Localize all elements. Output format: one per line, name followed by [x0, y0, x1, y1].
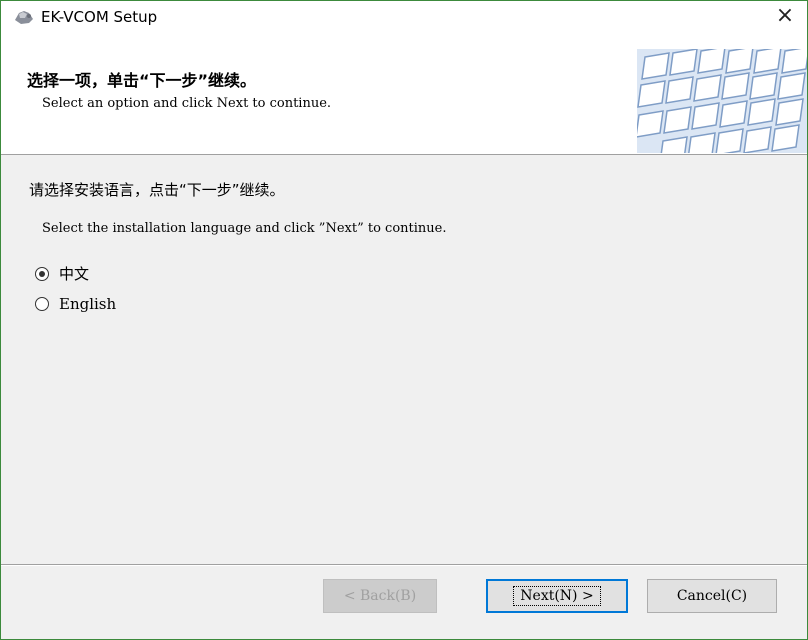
cancel-button[interactable]: Cancel(C) [647, 579, 777, 613]
back-button[interactable]: < Back(B) [323, 579, 437, 613]
title-bar: EK-VCOM Setup × [1, 1, 807, 32]
radio-button[interactable] [35, 297, 49, 311]
footer-divider [1, 564, 807, 566]
keyboard-image [637, 49, 807, 153]
wizard-header: 选择一项，单击“下一步”继续。 Select an option and cli… [1, 32, 807, 155]
header-title: 选择一项，单击“下一步”继续。 [27, 71, 257, 90]
window-title: EK-VCOM Setup [41, 8, 158, 26]
setup-window: EK-VCOM Setup × 选择一项，单击“下一步”继续。 Select a… [0, 0, 808, 640]
radio-label: English [59, 295, 117, 313]
radio-label: 中文 [59, 265, 90, 283]
radio-button-selected[interactable] [35, 266, 49, 281]
next-button[interactable]: Next(N) > [486, 579, 628, 613]
language-option-english[interactable]: English [35, 295, 116, 313]
setup-icon [15, 11, 33, 24]
close-button[interactable]: × [763, 1, 807, 32]
language-option-chinese[interactable]: 中文 [35, 263, 89, 284]
instruction-cn: 请选择安装语言，点击“下一步”继续。 [29, 181, 285, 199]
header-subtitle: Select an option and click Next to conti… [42, 96, 332, 111]
instruction-en: Select the installation language and cli… [42, 221, 447, 236]
next-button-label: Next(N) > [513, 586, 601, 606]
